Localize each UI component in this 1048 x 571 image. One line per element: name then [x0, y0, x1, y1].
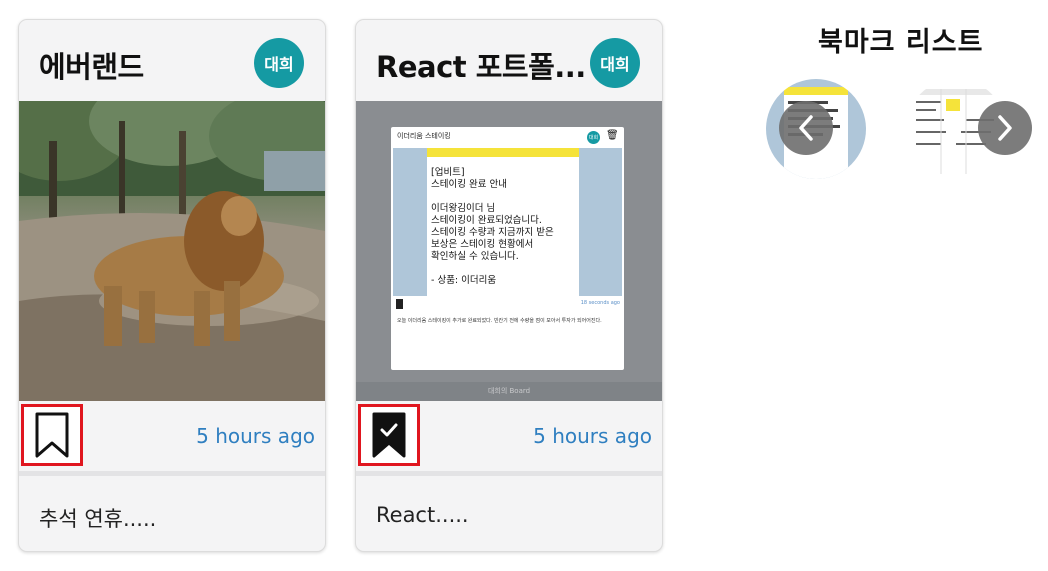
bookmark-outline-icon: [35, 412, 69, 458]
modal-badge: 대희: [587, 131, 600, 144]
post-excerpt: React.....: [376, 503, 469, 527]
bookmark-button[interactable]: [358, 404, 420, 466]
notification-card: [업비트] 스테이킹 완료 안내 이더왕김이더 님 스테이킹이 완료되었습니다.…: [427, 148, 579, 296]
divider: [356, 471, 662, 476]
bookmark-check-icon: [372, 412, 406, 458]
screenshot-footer: 대희의 Board: [356, 382, 662, 401]
trash-icon: 🗑: [606, 130, 619, 141]
chevron-left-icon: [799, 115, 813, 141]
post-time: 5 hours ago: [196, 424, 315, 448]
post-card[interactable]: 에버랜드 대희 5 hours ago 추석 연휴.....: [18, 19, 326, 552]
notification-text: [업비트] 스테이킹 완료 안내 이더왕김이더 님 스테이킹이 완료되었습니다.…: [431, 167, 554, 286]
author-badge: 대희: [254, 38, 304, 88]
card-title: 에버랜드: [39, 50, 144, 84]
card-thumbnail[interactable]: [19, 101, 325, 401]
bookmark-button[interactable]: [21, 404, 83, 466]
card-title: React 포트폴...: [376, 50, 586, 84]
card-thumbnail[interactable]: 이더리움 스테이킹 대희 🗑 [업비트] 스테이킹 완료 안내 이더왕김이더 님…: [356, 101, 662, 401]
post-excerpt: 추석 연휴.....: [39, 507, 157, 531]
screenshot-modal: 이더리움 스테이킹 대희 🗑 [업비트] 스테이킹 완료 안내 이더왕김이더 님…: [391, 127, 624, 370]
post-card[interactable]: React 포트폴... 대희 이더리움 스테이킹 대희 🗑 [업비트] 스테이…: [355, 19, 663, 552]
modal-title: 이더리움 스테이킹: [397, 132, 451, 140]
divider: [19, 471, 325, 476]
modal-time: 18 seconds ago: [580, 300, 620, 306]
post-time: 5 hours ago: [533, 424, 652, 448]
chevron-right-icon: [998, 115, 1012, 141]
bookmark-list-title: 북마크 리스트: [818, 27, 984, 58]
next-button[interactable]: [978, 101, 1032, 155]
modal-image: [업비트] 스테이킹 완료 안내 이더왕김이더 님 스테이킹이 완료되었습니다.…: [393, 148, 622, 296]
author-badge: 대희: [590, 38, 640, 88]
prev-button[interactable]: [779, 101, 833, 155]
mini-bookmark-icon: [396, 299, 403, 309]
modal-description: 오늘 이더리움 스테이킹이 추가로 완료되었다. 빈칸기 전에 수량을 점이 모…: [397, 318, 602, 324]
